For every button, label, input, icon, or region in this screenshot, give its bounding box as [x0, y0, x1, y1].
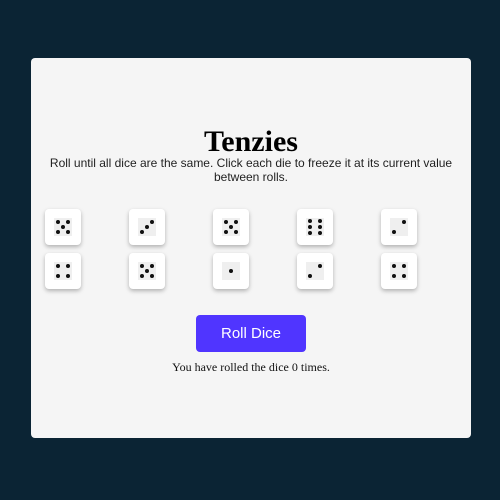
die-pip [318, 225, 322, 229]
die-pip [56, 264, 60, 268]
die-1[interactable] [45, 209, 81, 245]
die-5[interactable] [381, 209, 417, 245]
die-pip [66, 220, 70, 224]
instructions-text: Roll until all dice are the same. Click … [49, 156, 453, 184]
die-face [54, 218, 72, 236]
die-pip [318, 264, 322, 268]
roll-dice-button[interactable]: Roll Dice [196, 315, 306, 352]
die-pip [229, 269, 233, 273]
die-pip [308, 274, 312, 278]
die-face [138, 218, 156, 236]
die-pip [66, 274, 70, 278]
die-face [222, 262, 240, 280]
roll-count-text: You have rolled the dice 0 times. [172, 360, 330, 374]
die-8[interactable] [213, 253, 249, 289]
die-pip [392, 274, 396, 278]
die-3[interactable] [213, 209, 249, 245]
die-face [54, 262, 72, 280]
die-pip [56, 274, 60, 278]
die-6[interactable] [45, 253, 81, 289]
die-pip [402, 264, 406, 268]
die-pip [56, 230, 60, 234]
die-pip [308, 219, 312, 223]
die-pip [308, 231, 312, 235]
die-pip [140, 230, 144, 234]
game-board: Tenzies Roll until all dice are the same… [31, 58, 471, 438]
die-pip [145, 269, 149, 273]
die-pip [66, 230, 70, 234]
die-pip [150, 264, 154, 268]
die-pip [140, 264, 144, 268]
die-pip [318, 231, 322, 235]
dice-grid [45, 209, 419, 289]
die-pip [234, 230, 238, 234]
die-pip [229, 225, 233, 229]
die-pip [150, 274, 154, 278]
die-pip [318, 219, 322, 223]
die-pip [150, 220, 154, 224]
die-pip [56, 220, 60, 224]
die-pip [402, 274, 406, 278]
die-pip [145, 225, 149, 229]
die-pip [392, 264, 396, 268]
die-face [306, 262, 324, 280]
die-7[interactable] [129, 253, 165, 289]
die-pip [224, 220, 228, 224]
die-4[interactable] [297, 209, 333, 245]
die-2[interactable] [129, 209, 165, 245]
die-10[interactable] [381, 253, 417, 289]
die-pip [66, 264, 70, 268]
die-face [390, 262, 408, 280]
die-pip [234, 220, 238, 224]
die-pip [402, 220, 406, 224]
die-9[interactable] [297, 253, 333, 289]
die-face [138, 262, 156, 280]
die-pip [140, 274, 144, 278]
die-face [306, 218, 324, 236]
page-title: Tenzies [204, 125, 298, 158]
die-pip [61, 225, 65, 229]
die-face [390, 218, 408, 236]
die-pip [308, 225, 312, 229]
die-face [222, 218, 240, 236]
die-pip [224, 230, 228, 234]
die-pip [392, 230, 396, 234]
